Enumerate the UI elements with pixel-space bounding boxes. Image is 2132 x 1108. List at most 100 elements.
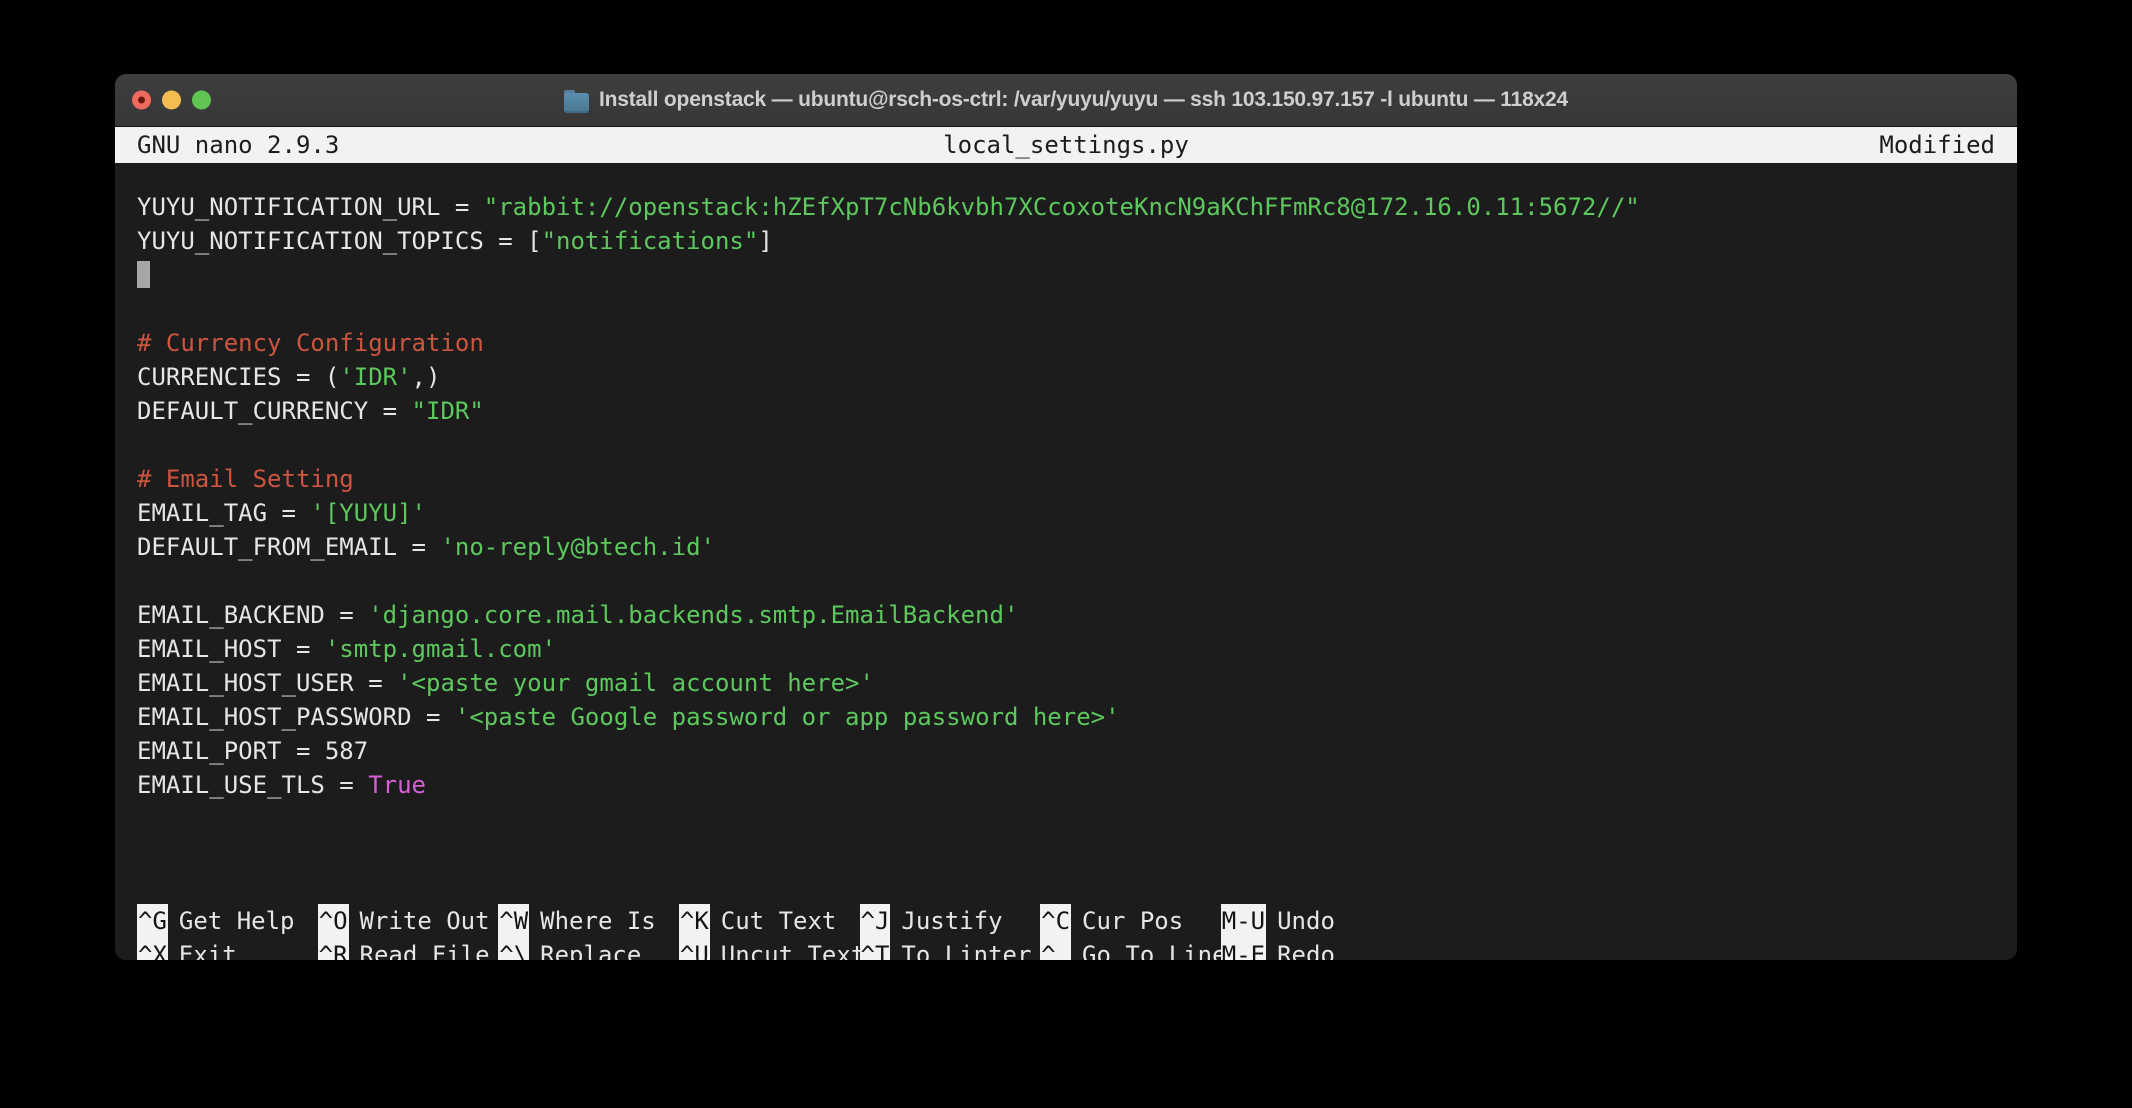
shortcut-go-to-line[interactable]: ^_ Go To Line [1040, 938, 1227, 960]
shortcut-read-file[interactable]: ^R Read File [317, 938, 499, 960]
shortcut-undo-key: M-U [1220, 904, 1267, 938]
nano-titlebar: GNU nano 2.9.3 local_settings.py Modifie… [115, 127, 2017, 163]
shortcut-row-2: ^X Exit ^R Read File ^\ Replace ^U Uncut Text ^T… [137, 938, 2017, 960]
minimize-button[interactable] [162, 90, 181, 110]
code-token: ] [758, 227, 773, 255]
code-token: "notifications" [541, 227, 759, 255]
shortcut-to-linter-label: To Linter [901, 941, 1032, 960]
shortcut-write-out[interactable]: ^O Write Out [317, 904, 499, 938]
code-token: EMAIL_BACKEND = [137, 601, 369, 629]
code-token: 'IDR' [339, 363, 412, 391]
shortcut-exit-label: Exit [178, 941, 237, 960]
nano-filename-label: local_settings.py [943, 131, 1189, 159]
line-8 [137, 428, 2017, 462]
nano-editor-screen: GNU nano 2.9.3 local_settings.py Modifie… [115, 127, 2017, 960]
shortcut-undo[interactable]: M-U Undo [1220, 904, 1335, 938]
line-21 [137, 870, 2017, 904]
window-title: Install openstack — ubuntu@rsch-os-ctrl:… [599, 88, 1568, 111]
line-2: YUYU_NOTIFICATION_TOPICS = ["notificatio… [137, 224, 2017, 258]
line-4 [137, 292, 2017, 326]
line-5: # Currency Configuration [137, 326, 2017, 360]
shortcut-cur-pos-label: Cur Pos [1082, 907, 1184, 935]
nano-modified-badge: Modified [1879, 131, 1995, 159]
shortcut-cut-text-key: ^K [678, 904, 710, 938]
folder-icon [564, 89, 590, 113]
shortcut-where-is-label: Where Is [540, 907, 656, 935]
shortcut-cut-text[interactable]: ^K Cut Text [678, 904, 860, 938]
shortcut-redo-key: M-E [1220, 938, 1267, 960]
shortcut-write-out-label: Write Out [359, 907, 490, 935]
terminal-window: Install openstack — ubuntu@rsch-os-ctrl:… [115, 74, 2017, 960]
shortcut-cur-pos-key: ^C [1040, 904, 1072, 938]
line-17: EMAIL_PORT = 587 [137, 734, 2017, 768]
shortcut-uncut-text-label: Uncut Text [720, 941, 866, 960]
shortcut-uncut-text-key: ^U [678, 938, 710, 960]
code-token: # Currency Configuration [137, 329, 484, 357]
shortcut-cut-text-label: Cut Text [720, 907, 837, 935]
code-token: EMAIL_HOST_USER = [137, 669, 398, 697]
shortcut-replace-label: Replace [540, 941, 642, 960]
line-10: EMAIL_TAG = '[YUYU]' [137, 496, 2017, 530]
shortcut-exit-key: ^X [137, 938, 168, 960]
line-7: DEFAULT_CURRENCY = "IDR" [137, 394, 2017, 428]
line-3-cursor [137, 258, 2017, 292]
code-token: EMAIL_TAG = [137, 499, 311, 527]
shortcut-read-file-label: Read File [359, 941, 490, 960]
code-token: EMAIL_HOST_PASSWORD = [137, 703, 455, 731]
shortcut-exit[interactable]: ^X Exit [137, 938, 318, 960]
code-token: '[YUYU]' [310, 499, 426, 527]
shortcut-get-help[interactable]: ^G Get Help [137, 904, 318, 938]
line-18: EMAIL_USE_TLS = True [137, 768, 2017, 802]
code-token: EMAIL_HOST = [137, 635, 325, 663]
code-token: EMAIL_PORT = 587 [137, 737, 369, 765]
line-20 [137, 836, 2017, 870]
code-token: DEFAULT_CURRENCY = [137, 397, 412, 425]
shortcut-go-to-line-label: Go To Line [1082, 941, 1227, 960]
shortcut-uncut-text[interactable]: ^U Uncut Text [678, 938, 865, 960]
code-token: ,) [411, 363, 441, 391]
shortcut-row-1: ^G Get Help ^O Write Out ^W Where Is ^K Cut Tex… [137, 904, 2017, 938]
code-token: YUYU_NOTIFICATION_TOPICS = [ [137, 227, 542, 255]
shortcut-get-help-label: Get Help [178, 907, 295, 935]
shortcut-justify-label: Justify [901, 907, 1003, 935]
code-token: '<paste your gmail account here>' [397, 669, 874, 697]
close-button[interactable] [132, 90, 151, 110]
line-14: EMAIL_HOST = 'smtp.gmail.com' [137, 632, 2017, 666]
line-6: CURRENCIES = ('IDR',) [137, 360, 2017, 394]
nano-version-label: GNU nano 2.9.3 [137, 131, 340, 159]
code-token: 'smtp.gmail.com' [324, 635, 557, 663]
code-token: 'django.core.mail.backends.smtp.EmailBac… [368, 601, 1019, 629]
code-token: EMAIL_USE_TLS = [137, 771, 369, 799]
shortcut-get-help-key: ^G [137, 904, 168, 938]
shortcut-read-file-key: ^R [317, 938, 349, 960]
code-token: YUYU_NOTIFICATION_URL = [137, 193, 484, 221]
shortcut-replace-key: ^\ [498, 938, 530, 960]
shortcut-justify[interactable]: ^J Justify [859, 904, 1041, 938]
line-11: DEFAULT_FROM_EMAIL = 'no-reply@btech.id' [137, 530, 2017, 564]
shortcut-where-is[interactable]: ^W Where Is [498, 904, 679, 938]
code-token: "IDR" [411, 397, 484, 425]
shortcut-replace[interactable]: ^\ Replace [498, 938, 679, 960]
code-token: 'no-reply@btech.id' [440, 533, 715, 561]
shortcut-undo-label: Undo [1277, 907, 1335, 935]
line-15: EMAIL_HOST_USER = '<paste your gmail acc… [137, 666, 2017, 700]
shortcut-write-out-key: ^O [317, 904, 349, 938]
line-13: EMAIL_BACKEND = 'django.core.mail.backen… [137, 598, 2017, 632]
code-token: True [368, 771, 426, 799]
line-1: YUYU_NOTIFICATION_URL = "rabbit://openst… [137, 190, 2017, 224]
shortcut-redo-label: Redo [1277, 941, 1335, 960]
code-token: # Email Setting [137, 465, 354, 493]
shortcut-to-linter[interactable]: ^T To Linter [859, 938, 1041, 960]
editor-text-area[interactable]: YUYU_NOTIFICATION_URL = "rabbit://openst… [115, 163, 2017, 904]
line-19 [137, 802, 2017, 836]
shortcut-where-is-key: ^W [498, 904, 530, 938]
maximize-button[interactable] [192, 90, 211, 110]
shortcut-redo[interactable]: M-E Redo [1220, 938, 1335, 960]
shortcut-to-linter-key: ^T [859, 938, 891, 960]
line-12 [137, 564, 2017, 598]
shortcut-cur-pos[interactable]: ^C Cur Pos [1040, 904, 1221, 938]
window-titlebar[interactable]: Install openstack — ubuntu@rsch-os-ctrl:… [115, 74, 2017, 127]
code-token: DEFAULT_FROM_EMAIL = [137, 533, 441, 561]
line-9: # Email Setting [137, 462, 2017, 496]
shortcut-go-to-line-key: ^_ [1040, 938, 1072, 960]
